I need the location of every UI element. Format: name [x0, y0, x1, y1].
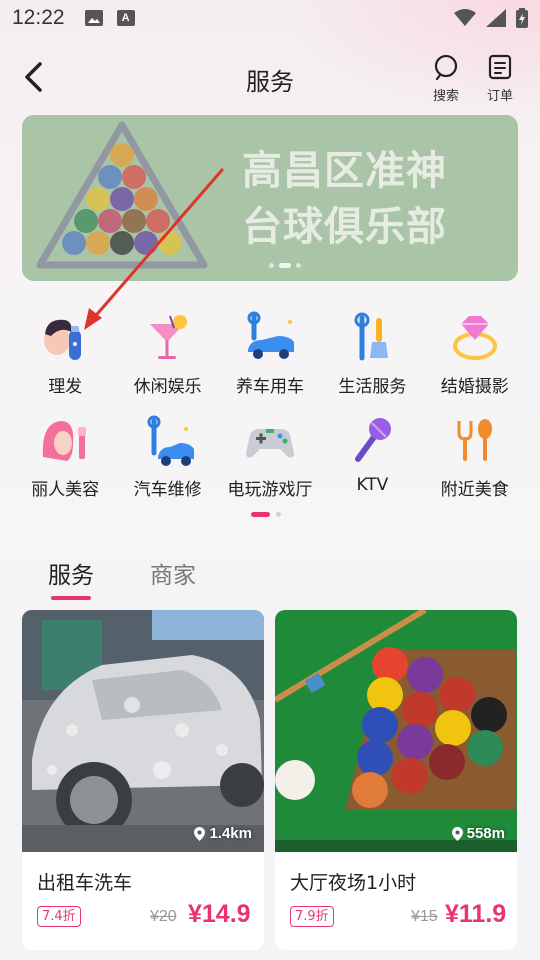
original-price: ¥20 — [150, 908, 177, 925]
category-label: 生活服务 — [338, 377, 407, 397]
discount-badge: 7.9折 — [290, 906, 334, 927]
category-life-services[interactable]: 生活服务 — [321, 310, 423, 400]
distance-text: 1.4km — [209, 825, 252, 842]
car-service-icon — [247, 311, 294, 359]
battery-icon — [516, 8, 528, 28]
card-title: 出租车洗车 — [37, 872, 133, 894]
banner-dot — [296, 263, 301, 268]
distance-badge: 558m — [451, 825, 505, 842]
status-time: 12:22 — [12, 6, 65, 29]
category-label: 养车用车 — [235, 377, 304, 397]
image-icon — [84, 10, 103, 26]
a-letter-icon: A — [116, 10, 135, 26]
orders-button[interactable]: 订单 — [480, 54, 520, 104]
category-label: 电玩游戏厅 — [227, 480, 313, 500]
pager-dot — [276, 512, 281, 517]
service-card[interactable]: 558m 大厅夜场1小时 7.9折 ¥15 ¥11.9 — [275, 610, 517, 950]
cocktail-icon — [149, 315, 187, 359]
original-price: ¥15 — [411, 908, 438, 925]
diamond-ring-icon — [452, 316, 497, 360]
tools-icon — [354, 312, 389, 361]
service-card[interactable]: 1.4km 出租车洗车 7.4折 ¥20 ¥14.9 — [22, 610, 264, 950]
status-bar: 12:22 A — [0, 0, 540, 36]
category-label: KTV — [356, 475, 389, 495]
category-haircut[interactable]: 理发 — [14, 310, 116, 400]
search-button[interactable]: 搜索 — [426, 54, 466, 104]
gamepad-icon — [245, 429, 294, 458]
banner-title-line1: 高昌区准神 — [242, 148, 447, 194]
banner-title-line2: 台球俱乐部 — [242, 204, 447, 250]
category-pager — [251, 512, 281, 517]
sale-price: ¥11.9 — [445, 900, 507, 928]
distance-badge: 1.4km — [194, 825, 252, 842]
category-label: 休闲娱乐 — [133, 377, 202, 397]
category-wedding-photo[interactable]: 结婚摄影 — [424, 310, 526, 400]
location-pin-icon — [451, 826, 463, 841]
wifi-icon — [454, 9, 476, 26]
category-car-repair[interactable]: 汽车维修 — [116, 413, 218, 503]
tab-merchants[interactable]: 商家 — [150, 556, 196, 600]
car-wash-photo — [22, 610, 264, 852]
category-label: 结婚摄影 — [440, 377, 509, 397]
banner-pager — [269, 263, 301, 268]
tab-services[interactable]: 服务 — [48, 556, 94, 600]
car-repair-icon — [147, 415, 194, 466]
nav-bar: 服务 搜索 订单 — [0, 46, 540, 110]
banner-dot-active — [279, 263, 291, 268]
food-icon — [457, 419, 492, 461]
category-arcade[interactable]: 电玩游戏厅 — [219, 413, 321, 503]
promo-banner[interactable]: 高昌区准神 台球俱乐部 — [22, 115, 518, 281]
discount-badge: 7.4折 — [37, 906, 81, 927]
sale-price: ¥14.9 — [188, 900, 251, 928]
orders-icon — [488, 54, 512, 80]
category-label: 汽车维修 — [133, 480, 202, 500]
category-beauty[interactable]: 丽人美容 — [14, 413, 116, 503]
microphone-icon — [355, 418, 392, 462]
search-label: 搜索 — [432, 89, 459, 104]
billiards-photo — [275, 610, 517, 852]
beauty-icon — [43, 421, 87, 461]
signal-icon — [486, 9, 506, 27]
category-leisure[interactable]: 休闲娱乐 — [116, 310, 218, 400]
orders-label: 订单 — [486, 89, 513, 104]
billiard-rack-illustration — [36, 121, 208, 269]
category-grid: 理发 休闲娱乐 养车用车 生活服务 结婚摄影 丽人美容 汽车维修 电玩游戏厅 K… — [14, 310, 526, 503]
banner-title: 高昌区准神 台球俱乐部 — [242, 143, 447, 255]
banner-dot — [269, 263, 274, 268]
category-label: 理发 — [48, 377, 83, 397]
category-label: 丽人美容 — [31, 480, 100, 500]
category-nearby-food[interactable]: 附近美食 — [424, 413, 526, 503]
search-icon — [434, 54, 458, 81]
distance-text: 558m — [466, 825, 505, 842]
haircut-icon — [44, 319, 82, 360]
content-tabs: 服务 商家 — [48, 556, 196, 600]
card-title: 大厅夜场1小时 — [290, 872, 417, 894]
category-ktv[interactable]: KTV — [321, 413, 423, 503]
pager-dot-active — [251, 512, 270, 517]
category-label: 附近美食 — [440, 480, 509, 500]
category-car-care[interactable]: 养车用车 — [219, 310, 321, 400]
location-pin-icon — [194, 826, 206, 841]
